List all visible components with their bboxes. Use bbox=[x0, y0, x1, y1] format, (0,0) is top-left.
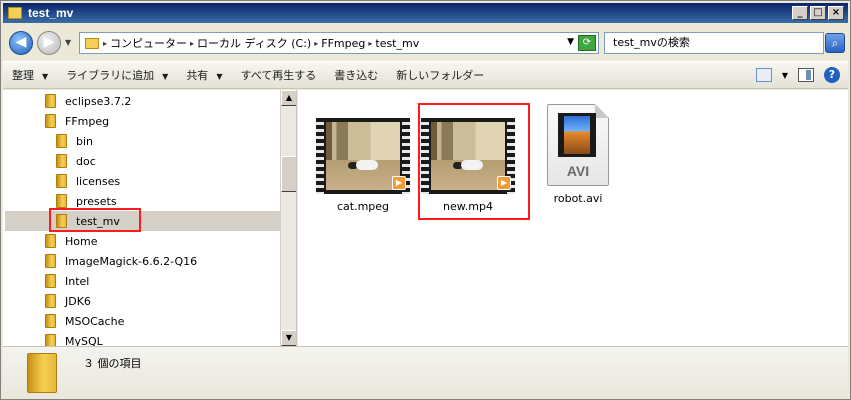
tree-item-intel[interactable]: Intel bbox=[45, 271, 89, 291]
chevron-down-icon: ▼ bbox=[216, 72, 223, 81]
item-count: ３ 個の項目 bbox=[83, 357, 142, 370]
chevron-down-icon: ▼ bbox=[42, 72, 49, 81]
nav-scrollbar[interactable]: ▲ ▼ bbox=[280, 90, 296, 346]
folder-icon bbox=[8, 7, 22, 19]
add-to-library-button[interactable]: ライブラリに追加 ▼ bbox=[57, 67, 177, 83]
burn-button[interactable]: 書き込む bbox=[325, 67, 387, 83]
chevron-right-icon[interactable]: ▸ bbox=[368, 39, 372, 48]
file-name: cat.mpeg bbox=[336, 200, 390, 213]
view-dropdown-icon[interactable]: ▼ bbox=[782, 71, 788, 80]
avi-file-icon: AVI bbox=[547, 104, 609, 186]
tree-item-jdk6[interactable]: JDK6 bbox=[45, 291, 91, 311]
explorer-window: test_mv _ □ × ◀ ▶ ▼ ▸ コンピューター ▸ ローカル ディス… bbox=[0, 0, 851, 400]
tree-item-imagemagick[interactable]: ImageMagick-6.6.2-Q16 bbox=[45, 251, 197, 271]
folder-icon bbox=[85, 37, 99, 49]
folder-icon bbox=[45, 314, 56, 328]
chevron-right-icon[interactable]: ▸ bbox=[314, 39, 318, 48]
preview-pane-icon[interactable] bbox=[798, 68, 814, 82]
new-folder-button[interactable]: 新しいフォルダー bbox=[387, 67, 493, 83]
folder-icon bbox=[45, 334, 56, 346]
file-list: ▶ cat.mpeg ▶ new.mp4 AVI robot.avi bbox=[298, 90, 848, 346]
recent-pages-dropdown-icon[interactable]: ▼ bbox=[65, 38, 71, 47]
folder-icon bbox=[45, 294, 56, 308]
tree-item-mysql[interactable]: MySQL bbox=[45, 331, 103, 346]
breadcrumb-computer[interactable]: コンピューター bbox=[110, 35, 187, 51]
tree-item-home[interactable]: Home bbox=[45, 231, 97, 251]
chevron-right-icon[interactable]: ▸ bbox=[190, 39, 194, 48]
organize-button[interactable]: 整理 ▼ bbox=[3, 67, 57, 83]
red-highlight-box bbox=[418, 103, 530, 220]
tree-item-licenses[interactable]: licenses bbox=[56, 171, 120, 191]
address-dropdown-icon[interactable]: ▼ bbox=[567, 37, 574, 47]
details-pane: ３ 個の項目 bbox=[3, 346, 848, 398]
command-bar: 整理 ▼ ライブラリに追加 ▼ 共有 ▼ すべて再生する 書き込む 新しいフォルダー … bbox=[3, 61, 848, 89]
share-button[interactable]: 共有 ▼ bbox=[177, 67, 231, 83]
change-view-icon[interactable] bbox=[755, 68, 772, 82]
search-icon[interactable]: ⌕ bbox=[825, 33, 845, 53]
play-all-button[interactable]: すべて再生する bbox=[231, 67, 325, 83]
folder-icon bbox=[56, 154, 67, 168]
window-title: test_mv bbox=[28, 6, 74, 20]
breadcrumb-test-mv[interactable]: test_mv bbox=[375, 37, 419, 50]
red-highlight-box bbox=[49, 208, 141, 232]
close-button[interactable]: × bbox=[828, 6, 844, 20]
maximize-button[interactable]: □ bbox=[810, 6, 826, 20]
address-row: ◀ ▶ ▼ ▸ コンピューター ▸ ローカル ディスク (C:) ▸ FFmpe… bbox=[3, 25, 848, 61]
help-icon[interactable]: ? bbox=[824, 67, 840, 83]
folder-icon bbox=[45, 234, 56, 248]
scroll-down-icon[interactable]: ▼ bbox=[281, 330, 296, 346]
folder-icon bbox=[27, 353, 57, 393]
breadcrumb-local-disk[interactable]: ローカル ディスク (C:) bbox=[197, 35, 311, 51]
tree-item-ffmpeg[interactable]: FFmpeg bbox=[45, 111, 109, 131]
minimize-button[interactable]: _ bbox=[792, 6, 808, 20]
chevron-down-icon: ▼ bbox=[162, 72, 169, 81]
tree-item-eclipse[interactable]: eclipse3.7.2 bbox=[45, 91, 131, 111]
play-icon: ▶ bbox=[392, 176, 406, 190]
tree-item-msocache[interactable]: MSOCache bbox=[45, 311, 124, 331]
file-item-cat-mpeg[interactable]: ▶ cat.mpeg bbox=[313, 118, 413, 213]
address-bar[interactable]: ▸ コンピューター ▸ ローカル ディスク (C:) ▸ FFmpeg ▸ te… bbox=[79, 32, 599, 54]
folder-icon bbox=[56, 134, 67, 148]
title-bar[interactable]: test_mv _ □ × bbox=[3, 3, 848, 23]
tree-item-doc[interactable]: doc bbox=[56, 151, 96, 171]
navigation-pane: eclipse3.7.2 FFmpeg bin doc licenses pre… bbox=[3, 90, 297, 346]
folder-icon bbox=[56, 174, 67, 188]
folder-icon bbox=[45, 114, 56, 128]
file-name: robot.avi bbox=[553, 192, 603, 205]
folder-icon bbox=[45, 274, 56, 288]
chevron-right-icon[interactable]: ▸ bbox=[103, 39, 107, 48]
refresh-icon[interactable]: ⟳ bbox=[578, 35, 596, 51]
scroll-thumb[interactable] bbox=[281, 156, 296, 192]
tree-item-test-mv[interactable]: test_mv bbox=[5, 211, 281, 231]
back-button[interactable]: ◀ bbox=[9, 31, 33, 55]
tree-item-bin[interactable]: bin bbox=[56, 131, 93, 151]
folder-icon bbox=[45, 254, 56, 268]
scroll-up-icon[interactable]: ▲ bbox=[281, 90, 296, 106]
breadcrumb-ffmpeg[interactable]: FFmpeg bbox=[321, 37, 365, 50]
video-thumbnail: ▶ bbox=[316, 118, 410, 194]
folder-icon bbox=[45, 94, 56, 108]
search-input[interactable]: test_mvの検索 bbox=[604, 32, 824, 54]
breadcrumb: ▸ コンピューター ▸ ローカル ディスク (C:) ▸ FFmpeg ▸ te… bbox=[103, 35, 422, 51]
file-item-robot-avi[interactable]: AVI robot.avi bbox=[528, 104, 628, 205]
forward-button[interactable]: ▶ bbox=[37, 31, 61, 55]
folder-icon bbox=[56, 194, 67, 208]
